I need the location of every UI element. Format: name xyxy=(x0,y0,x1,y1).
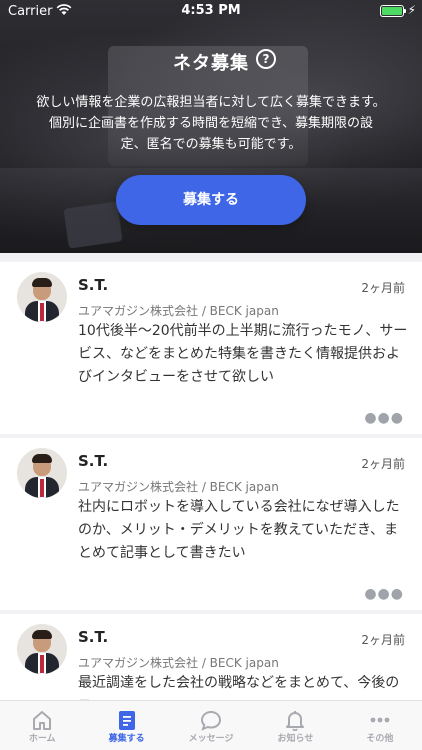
hero-banner: Carrier 4:53 PM ⚡ ネタ募集 ? 欲しい情報を企業の広報担当者に… xyxy=(0,0,422,253)
tab-other[interactable]: その他 xyxy=(338,701,422,750)
post-card[interactable]: S.T. 2ヶ月前 ユアマガジン株式会社 / BECK japan 10代後半〜… xyxy=(0,262,422,434)
post-date: 2ヶ月前 xyxy=(361,633,405,647)
post-company: ユアマガジン株式会社 / BECK japan xyxy=(78,304,279,318)
tab-label: ホーム xyxy=(28,734,56,744)
post-card[interactable]: S.T. 2ヶ月前 ユアマガジン株式会社 / BECK japan 社内にロボッ… xyxy=(0,438,422,610)
post-company: ユアマガジン株式会社 / BECK japan xyxy=(78,480,279,494)
help-icon[interactable]: ? xyxy=(256,49,276,69)
bell-icon xyxy=(286,711,305,731)
charging-bolt-icon: ⚡ xyxy=(407,3,416,17)
background-phone xyxy=(63,201,123,249)
tab-label: お知らせ xyxy=(277,734,314,744)
tab-recruit[interactable]: 募集する xyxy=(84,701,168,750)
post-body: 10代後半〜20代前半の上半期に流行ったモノ、サービス、などをまとめた特集を書き… xyxy=(78,323,408,385)
battery-icon xyxy=(380,5,406,17)
recruit-button[interactable]: 募集する xyxy=(116,175,306,225)
tab-messages[interactable]: メッセージ xyxy=(169,701,253,750)
tab-home[interactable]: ホーム xyxy=(0,701,84,750)
tab-label: 募集する xyxy=(108,734,145,744)
post-author-name: S.T. xyxy=(78,276,109,294)
post-author-name: S.T. xyxy=(78,452,109,470)
more-icon xyxy=(370,717,390,723)
chat-bubble-icon xyxy=(201,710,222,731)
avatar[interactable] xyxy=(17,624,67,674)
tab-notifications[interactable]: お知らせ xyxy=(253,701,337,750)
page-title: ネタ募集 xyxy=(173,53,249,74)
status-time: 4:53 PM xyxy=(181,3,241,18)
status-bar: Carrier 4:53 PM ⚡ xyxy=(0,0,422,22)
post-author-name: S.T. xyxy=(78,628,109,646)
tab-bar: ホーム 募集する メッセージ お知らせ その他 xyxy=(0,700,422,750)
post-date: 2ヶ月前 xyxy=(361,281,405,295)
hero-description: 欲しい情報を企業の広報担当者に対して広く募集できます。個別に企画書を作成する時間… xyxy=(36,95,386,152)
avatar[interactable] xyxy=(17,272,67,322)
home-icon xyxy=(33,711,52,730)
more-options-icon[interactable]: ●●● xyxy=(364,410,404,426)
tab-label: メッセージ xyxy=(188,734,234,744)
post-company: ユアマガジン株式会社 / BECK japan xyxy=(78,656,279,670)
avatar[interactable] xyxy=(17,448,67,498)
tab-label: その他 xyxy=(366,734,394,744)
post-date: 2ヶ月前 xyxy=(361,457,405,471)
document-icon xyxy=(118,711,135,730)
post-body: 社内にロボットを導入している会社になぜ導入したのか、メリット・デメリットを教えて… xyxy=(78,499,400,561)
hero-title-row: ネタ募集 ? xyxy=(0,49,422,75)
more-options-icon[interactable]: ●●● xyxy=(364,586,404,602)
